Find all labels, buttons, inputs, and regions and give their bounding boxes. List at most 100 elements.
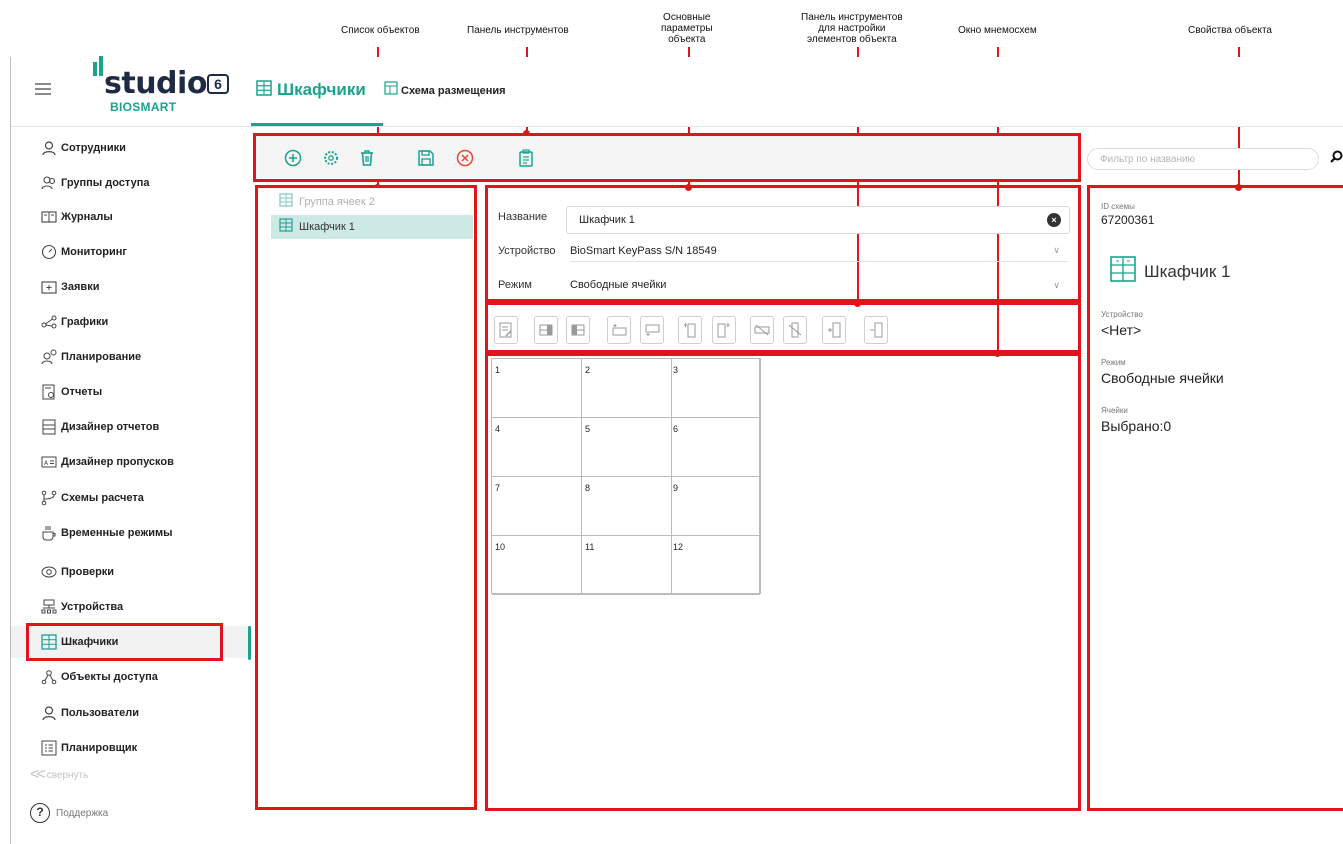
name-field[interactable] [566, 206, 1070, 234]
mode-select[interactable]: Свободные ячейки ∨ [570, 274, 1068, 296]
row-add-below-icon[interactable] [640, 316, 664, 344]
tab-lockers[interactable]: Шкафчики [256, 75, 366, 105]
locker-cell[interactable]: 3 [670, 359, 760, 418]
prop-cells-caption: Ячейки [1101, 406, 1128, 415]
sidebar-item-schedules[interactable]: Графики [11, 306, 251, 338]
add-cell-icon[interactable] [822, 316, 846, 344]
device-select[interactable]: BioSmart KeyPass S/N 18549 ∨ [570, 240, 1068, 262]
delete-icon[interactable] [357, 148, 377, 168]
list-item-cell-group[interactable]: Группа ячеек 2 [271, 190, 473, 214]
support-button[interactable]: ? Поддержка [30, 803, 108, 823]
sidebar-item-report-designer[interactable]: Дизайнер отчетов [11, 411, 251, 443]
sidebar-item-label: Шкафчики [61, 636, 119, 648]
sidebar-item-label: Отчеты [61, 386, 103, 398]
sidebar-item-journals[interactable]: Журналы [11, 201, 251, 233]
list-item-label: Шкафчик 1 [299, 221, 355, 233]
locker-cell[interactable]: 10 [492, 536, 582, 595]
callout-object-properties: Свойства объекта [1188, 25, 1272, 36]
menu-burger-icon[interactable] [35, 83, 51, 95]
sidebar-item-label: Заявки [61, 281, 100, 293]
svg-text:A: A [44, 460, 49, 467]
layout-scheme-icon [384, 81, 398, 100]
prop-id-value: 67200361 [1101, 213, 1155, 227]
callout-main-params-line2: параметры [661, 23, 713, 34]
search-icon[interactable] [1330, 150, 1343, 169]
save-icon[interactable] [416, 148, 436, 168]
sidebar-item-access-groups[interactable]: Группы доступа [11, 167, 251, 199]
report-designer-icon [41, 419, 57, 435]
remove-cell-icon[interactable] [864, 316, 888, 344]
sidebar-item-label: Сотрудники [61, 142, 126, 154]
list-item-label: Группа ячеек 2 [299, 196, 375, 208]
sidebar-item-label: Планирование [61, 351, 142, 363]
clear-icon[interactable]: × [1047, 213, 1061, 227]
tab-layout-scheme[interactable]: Схема размещения [384, 81, 506, 100]
locker-grid-icon [279, 192, 293, 212]
add-icon[interactable] [283, 148, 303, 168]
sidebar-item-checks[interactable]: Проверки [11, 556, 251, 588]
sidebar-item-scheduler[interactable]: Планировщик [11, 732, 251, 764]
locker-cell[interactable]: 9 [670, 477, 760, 536]
locker-cell[interactable]: 2 [582, 359, 672, 418]
locker-cell[interactable]: 7 [492, 477, 582, 536]
prop-title-label: Шкафчик 1 [1144, 261, 1231, 281]
cell-right-icon[interactable] [566, 316, 590, 344]
callout-toolbar: Панель инструментов [467, 25, 569, 36]
settings-icon[interactable] [321, 148, 341, 168]
app-header: studio 6 BIOSMART Шкафчики Схема размеще… [11, 56, 1343, 127]
prop-device-value: <Нет> [1101, 322, 1142, 338]
sidebar-item-calc-schemes[interactable]: Схемы расчета [11, 482, 251, 514]
main-toolbar [255, 134, 1080, 181]
object-properties: ID схемы 67200361 Шкафчик 1 Устройство <… [1090, 192, 1343, 812]
hide-icon[interactable] [750, 316, 774, 344]
locker-cell[interactable]: 5 [582, 418, 672, 477]
param-device-label: Устройство [498, 245, 556, 257]
sidebar-item-users[interactable]: Пользователи [11, 697, 251, 729]
col-add-left-icon[interactable] [678, 316, 702, 344]
planning-icon [41, 349, 57, 365]
sidebar-item-label: Журналы [61, 211, 113, 223]
edit-icon[interactable] [494, 316, 518, 344]
list-item-locker[interactable]: Шкафчик 1 [271, 215, 473, 239]
callout-dot-object-properties [1235, 184, 1242, 191]
time-mode-icon [41, 525, 57, 541]
locker-cell[interactable]: 4 [492, 418, 582, 477]
locker-cell[interactable]: 6 [670, 418, 760, 477]
sidebar-item-monitoring[interactable]: Мониторинг [11, 236, 251, 268]
clipboard-icon[interactable] [516, 148, 536, 168]
cell-left-icon[interactable] [534, 316, 558, 344]
sidebar-item-label: Проверки [61, 566, 115, 578]
unlink-icon[interactable] [783, 316, 807, 344]
sidebar-item-reports[interactable]: Отчеты [11, 376, 251, 408]
prop-device-caption: Устройство [1101, 310, 1143, 319]
col-add-right-icon[interactable] [712, 316, 736, 344]
cancel-icon[interactable] [455, 148, 475, 168]
sidebar-collapse-button[interactable]: << свернуть [30, 766, 88, 784]
sidebar-item-employees[interactable]: Сотрудники [11, 132, 251, 164]
sidebar-item-pass-designer[interactable]: A Дизайнер пропусков [11, 446, 251, 478]
sidebar-item-requests[interactable]: Заявки [11, 271, 251, 303]
sidebar-item-time-modes[interactable]: Временные режимы [11, 517, 251, 549]
filter-input[interactable] [1087, 148, 1319, 170]
person-icon [41, 140, 57, 156]
sidebar-item-lockers[interactable]: Шкафчики [11, 626, 251, 658]
sidebar-item-access-objects[interactable]: Объекты доступа [11, 661, 251, 693]
locker-cell[interactable]: 12 [670, 536, 760, 595]
callout-element-toolbar-line3: элементов объекта [807, 34, 897, 45]
locker-cell[interactable]: 1 [492, 359, 582, 418]
sidebar-scroll-indicator[interactable] [248, 626, 251, 660]
sidebar-item-label: Планировщик [61, 742, 138, 754]
sidebar-item-planning[interactable]: Планирование [11, 341, 251, 373]
callout-element-toolbar: Панель инструментов для настройки элемен… [801, 12, 903, 45]
sidebar-item-label: Устройства [61, 601, 124, 613]
object-parameters: Название × Устройство BioSmart KeyPass S… [490, 192, 1078, 300]
locker-cell[interactable]: 11 [582, 536, 672, 595]
prop-id-caption: ID схемы [1101, 202, 1135, 211]
chevron-down-icon: ∨ [1053, 245, 1060, 255]
locker-cell[interactable]: 8 [582, 477, 672, 536]
sidebar-item-label: Дизайнер отчетов [61, 421, 160, 433]
gauge-icon [41, 244, 57, 260]
callout-element-toolbar-line2: для настройки [818, 23, 886, 34]
row-add-above-icon[interactable] [607, 316, 631, 344]
sidebar-item-devices[interactable]: Устройства [11, 591, 251, 623]
